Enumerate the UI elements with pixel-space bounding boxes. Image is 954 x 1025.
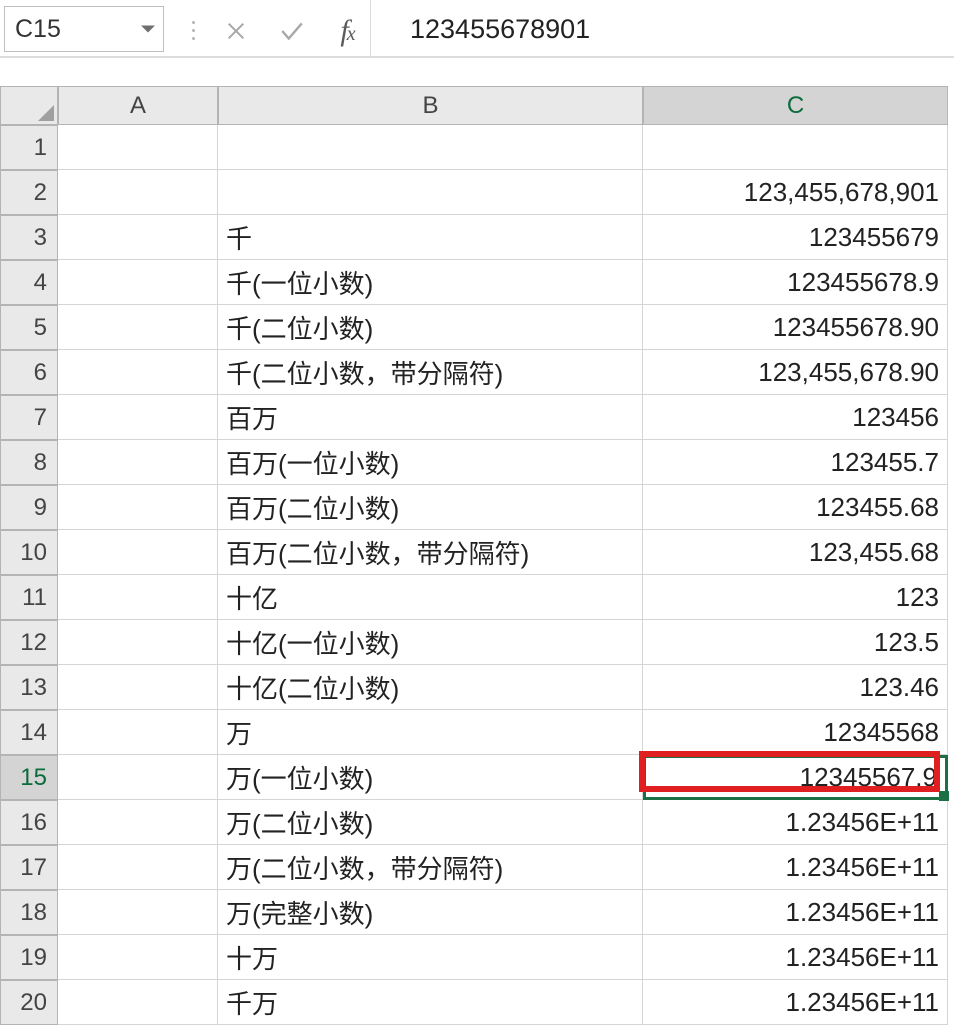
cell[interactable]: 1.23456E+11 bbox=[643, 800, 948, 845]
row-header[interactable]: 17 bbox=[0, 845, 58, 890]
cancel-icon[interactable] bbox=[222, 8, 250, 54]
cell[interactable] bbox=[58, 170, 218, 215]
row-header[interactable]: 16 bbox=[0, 800, 58, 845]
row-header[interactable]: 4 bbox=[0, 260, 58, 305]
row-header[interactable]: 13 bbox=[0, 665, 58, 710]
cell[interactable]: 十亿(二位小数) bbox=[218, 665, 643, 710]
cell[interactable]: 123.46 bbox=[643, 665, 948, 710]
cell[interactable] bbox=[218, 125, 643, 170]
cell[interactable] bbox=[58, 935, 218, 980]
cell[interactable] bbox=[58, 845, 218, 890]
cell[interactable]: 千(一位小数) bbox=[218, 260, 643, 305]
cell[interactable]: 123455678.90 bbox=[643, 305, 948, 350]
cell[interactable] bbox=[58, 350, 218, 395]
column-header-a[interactable]: A bbox=[58, 86, 218, 125]
row-header[interactable]: 14 bbox=[0, 710, 58, 755]
cell[interactable]: 百万(一位小数) bbox=[218, 440, 643, 485]
cell[interactable] bbox=[58, 800, 218, 845]
cell[interactable] bbox=[58, 710, 218, 755]
row-header[interactable]: 12 bbox=[0, 620, 58, 665]
cell[interactable] bbox=[58, 755, 218, 800]
cell[interactable]: 十亿(一位小数) bbox=[218, 620, 643, 665]
row-header[interactable]: 3 bbox=[0, 215, 58, 260]
cell[interactable]: 万(一位小数) bbox=[218, 755, 643, 800]
cell[interactable] bbox=[58, 260, 218, 305]
cell[interactable]: 123456 bbox=[643, 395, 948, 440]
cell[interactable] bbox=[643, 125, 948, 170]
cell[interactable]: 十万 bbox=[218, 935, 643, 980]
formula-input[interactable]: 123455678901 bbox=[395, 6, 950, 52]
spreadsheet-grid[interactable]: ABC12123,455,678,9013千1234556794千(一位小数)1… bbox=[0, 86, 954, 1025]
cell[interactable] bbox=[58, 665, 218, 710]
cell[interactable]: 1.23456E+11 bbox=[643, 890, 948, 935]
row-header[interactable]: 19 bbox=[0, 935, 58, 980]
cell[interactable]: 万(二位小数) bbox=[218, 800, 643, 845]
cell[interactable]: 123455.7 bbox=[643, 440, 948, 485]
cell[interactable]: 123,455.68 bbox=[643, 530, 948, 575]
cell[interactable]: 123455679 bbox=[643, 215, 948, 260]
row-header[interactable]: 9 bbox=[0, 485, 58, 530]
cell[interactable]: 千万 bbox=[218, 980, 643, 1025]
row-header[interactable]: 20 bbox=[0, 980, 58, 1025]
selected-cell[interactable]: 12345567.9 bbox=[643, 755, 948, 800]
cell[interactable] bbox=[58, 575, 218, 620]
row-header[interactable]: 2 bbox=[0, 170, 58, 215]
column-header-c[interactable]: C bbox=[643, 86, 948, 125]
row-header[interactable]: 15 bbox=[0, 755, 58, 800]
cell[interactable] bbox=[58, 125, 218, 170]
select-all-corner[interactable] bbox=[0, 86, 58, 125]
row-header[interactable]: 6 bbox=[0, 350, 58, 395]
cell[interactable]: 12345568 bbox=[643, 710, 948, 755]
row-header[interactable]: 7 bbox=[0, 395, 58, 440]
spacer bbox=[0, 58, 954, 86]
name-box[interactable]: C15 bbox=[4, 6, 164, 52]
cell[interactable] bbox=[58, 215, 218, 260]
cell[interactable]: 百万(二位小数) bbox=[218, 485, 643, 530]
cell[interactable]: 123 bbox=[643, 575, 948, 620]
cell[interactable] bbox=[58, 440, 218, 485]
cell[interactable]: 万 bbox=[218, 710, 643, 755]
formula-bar: C15 fx 123455678901 bbox=[0, 0, 954, 58]
cell[interactable]: 1.23456E+11 bbox=[643, 935, 948, 980]
cell[interactable]: 123,455,678.90 bbox=[643, 350, 948, 395]
cell[interactable] bbox=[58, 620, 218, 665]
cell[interactable]: 1.23456E+11 bbox=[643, 980, 948, 1025]
cell[interactable]: 千(二位小数，带分隔符) bbox=[218, 350, 643, 395]
cell[interactable]: 123.5 bbox=[643, 620, 948, 665]
row-header[interactable]: 11 bbox=[0, 575, 58, 620]
cell[interactable] bbox=[58, 485, 218, 530]
row-header[interactable]: 1 bbox=[0, 125, 58, 170]
cell[interactable] bbox=[58, 530, 218, 575]
cell[interactable]: 123455678.9 bbox=[643, 260, 948, 305]
row-header[interactable]: 18 bbox=[0, 890, 58, 935]
fx-icon[interactable]: fx bbox=[334, 8, 362, 54]
chevron-down-icon[interactable] bbox=[141, 26, 155, 33]
row-header[interactable]: 8 bbox=[0, 440, 58, 485]
row-header[interactable]: 5 bbox=[0, 305, 58, 350]
cell[interactable]: 1.23456E+11 bbox=[643, 845, 948, 890]
cell[interactable] bbox=[58, 890, 218, 935]
cell-reference-value: C15 bbox=[15, 15, 61, 44]
drag-handle-icon[interactable] bbox=[188, 4, 198, 56]
row-header[interactable]: 10 bbox=[0, 530, 58, 575]
cell[interactable]: 千 bbox=[218, 215, 643, 260]
formula-input-value: 123455678901 bbox=[410, 14, 590, 45]
formula-bar-buttons: fx bbox=[222, 0, 371, 56]
cell[interactable] bbox=[58, 980, 218, 1025]
cell[interactable]: 123,455,678,901 bbox=[643, 170, 948, 215]
cell[interactable]: 123455.68 bbox=[643, 485, 948, 530]
enter-icon[interactable] bbox=[278, 8, 306, 54]
column-header-b[interactable]: B bbox=[218, 86, 643, 125]
cell[interactable]: 百万 bbox=[218, 395, 643, 440]
cell[interactable] bbox=[218, 170, 643, 215]
cell[interactable]: 十亿 bbox=[218, 575, 643, 620]
cell[interactable]: 千(二位小数) bbox=[218, 305, 643, 350]
cell[interactable]: 万(二位小数，带分隔符) bbox=[218, 845, 643, 890]
cell[interactable] bbox=[58, 395, 218, 440]
cell[interactable] bbox=[58, 305, 218, 350]
cell[interactable]: 万(完整小数) bbox=[218, 890, 643, 935]
cell[interactable]: 百万(二位小数，带分隔符) bbox=[218, 530, 643, 575]
